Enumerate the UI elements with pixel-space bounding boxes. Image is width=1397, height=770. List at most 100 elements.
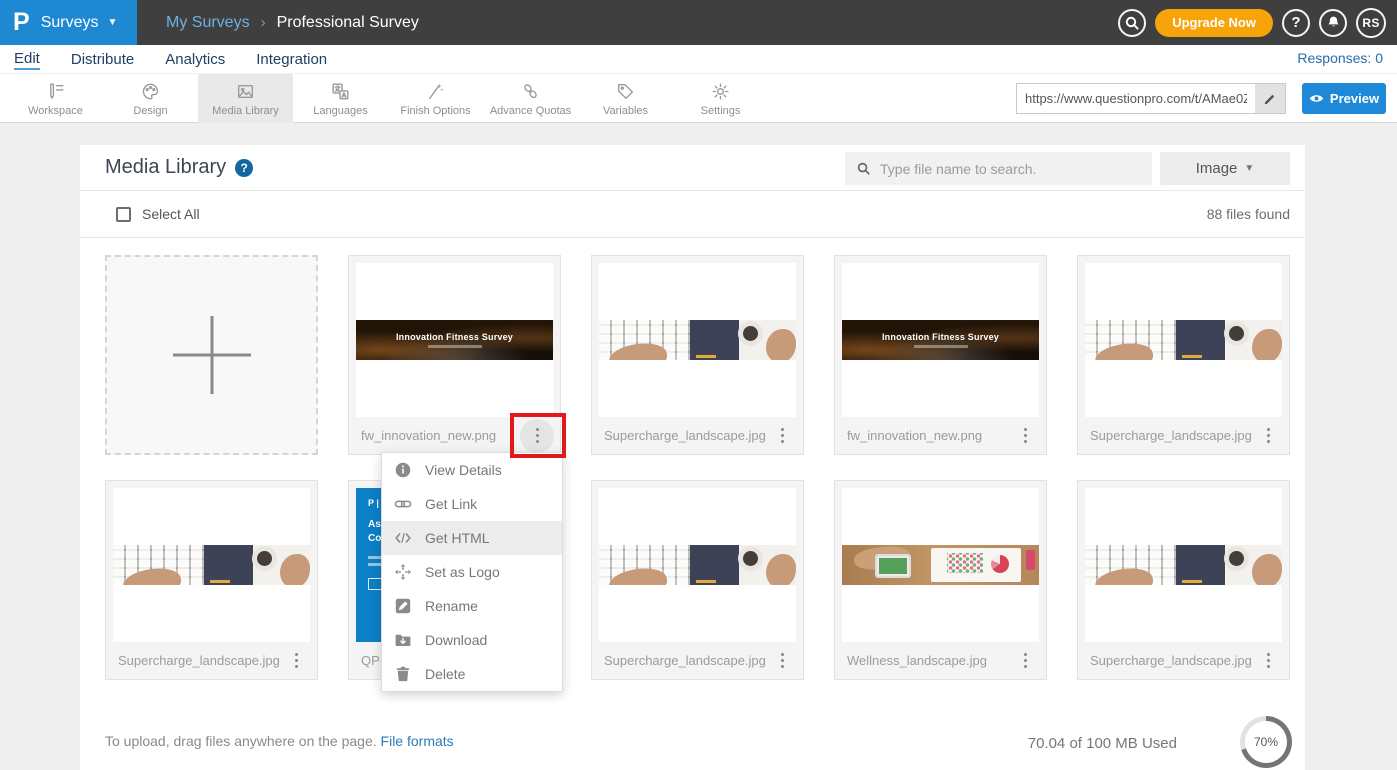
storage-progress-ring: 70%	[1240, 716, 1292, 768]
toolbar-item-label: Workspace	[28, 105, 83, 117]
card-footer: Wellness_landscape.jpg	[835, 642, 1046, 679]
toolbar-item-finish-options[interactable]: Finish Options	[388, 74, 483, 123]
search-icon	[1124, 15, 1140, 31]
preview-label: Preview	[1330, 91, 1379, 106]
notifications-button[interactable]	[1319, 9, 1347, 37]
file-type-dropdown[interactable]: Image ▼	[1160, 152, 1290, 185]
card-menu-button[interactable]	[281, 644, 311, 678]
advance-quotas-icon	[520, 80, 542, 102]
card-menu-button[interactable]	[1253, 419, 1283, 453]
toolbar-item-label: Settings	[701, 105, 741, 117]
media-library-panel: Media Library ? Image ▼ Select All 88 fi…	[80, 145, 1305, 770]
media-card[interactable]: Innovation Fitness Survey fw_innovation_n…	[348, 255, 561, 455]
thumbnail-desk-photo	[599, 320, 796, 360]
toolbar-item-media-library[interactable]: Media Library	[198, 74, 293, 123]
download-icon	[394, 631, 412, 649]
toolbar-item-variables[interactable]: Variables	[578, 74, 673, 123]
survey-url-input[interactable]	[1017, 84, 1255, 113]
finish-options-icon	[425, 80, 447, 102]
menu-item-label: Rename	[425, 598, 478, 614]
toolbar-item-settings[interactable]: Settings	[673, 74, 768, 123]
panel-header: Media Library ? Image ▼	[80, 145, 1305, 191]
card-thumbnail-area: Innovation Fitness Survey	[356, 263, 553, 417]
toolbar-item-languages[interactable]: Languages	[293, 74, 388, 123]
media-card[interactable]: Innovation Fitness Survey fw_innovation_n…	[834, 255, 1047, 455]
storage-percent-label: 70%	[1240, 716, 1292, 768]
card-thumbnail-area	[599, 488, 796, 642]
tab-distribute[interactable]: Distribute	[71, 49, 134, 69]
code-icon	[394, 529, 412, 547]
breadcrumb-my-surveys[interactable]: My Surveys	[166, 14, 250, 32]
toolbar-item-design[interactable]: Design	[103, 74, 198, 123]
toolbar-item-label: Advance Quotas	[490, 105, 571, 117]
card-footer: Supercharge_landscape.jpg	[592, 417, 803, 454]
menu-item-download[interactable]: Download	[382, 623, 562, 657]
avatar[interactable]: RS	[1356, 8, 1386, 38]
toolbar-item-advance-quotas[interactable]: Advance Quotas	[483, 74, 578, 123]
survey-nav-tabs: Edit Distribute Analytics Integration	[14, 45, 327, 73]
file-name: Supercharge_landscape.jpg	[118, 653, 281, 668]
toolbar-item-workspace[interactable]: Workspace	[8, 74, 103, 123]
file-type-value: Image	[1196, 160, 1238, 177]
media-card[interactable]: Wellness_landscape.jpg	[834, 480, 1047, 680]
edit-url-button[interactable]	[1255, 84, 1285, 113]
media-card[interactable]: Supercharge_landscape.jpg	[1077, 255, 1290, 455]
thumbnail-wellness-photo	[842, 545, 1039, 585]
tab-integration[interactable]: Integration	[256, 49, 327, 69]
toolbar-items: Workspace Design Media LibraryLanguagesFin…	[8, 74, 768, 123]
file-name: fw_innovation_new.png	[847, 428, 1010, 443]
toolbar-item-label: Design	[133, 105, 167, 117]
menu-item-get-html[interactable]: Get HTML	[382, 521, 562, 555]
surveys-product-menu[interactable]: P Surveys ▼	[0, 0, 137, 45]
select-all-label: Select All	[142, 206, 200, 222]
menu-item-label: Set as Logo	[425, 564, 500, 580]
card-thumbnail-area	[842, 488, 1039, 642]
card-menu-button[interactable]	[767, 419, 797, 453]
file-name: fw_innovation_new.png	[361, 428, 520, 443]
upgrade-now-button[interactable]: Upgrade Now	[1155, 9, 1273, 37]
help-button[interactable]: ?	[1282, 9, 1310, 37]
card-menu-button[interactable]	[1010, 644, 1040, 678]
survey-url-box	[1016, 83, 1286, 114]
search-button[interactable]	[1118, 9, 1146, 37]
preview-button[interactable]: Preview	[1302, 83, 1386, 114]
main-area: Media Library ? Image ▼ Select All 88 fi…	[0, 124, 1397, 770]
menu-item-rename[interactable]: Rename	[382, 589, 562, 623]
thumbnail-innovation-banner: Innovation Fitness Survey	[842, 320, 1039, 360]
media-grid: Innovation Fitness Survey fw_innovation_n…	[105, 255, 1290, 680]
menu-item-label: Delete	[425, 666, 465, 682]
media-library-screen: P Surveys ▼ My Surveys › Professional Su…	[0, 0, 1397, 770]
upload-note-text: To upload, drag files anywhere on the pa…	[105, 733, 377, 749]
menu-item-label: Get Link	[425, 496, 477, 512]
select-all-checkbox[interactable]	[116, 207, 131, 222]
top-bar: P Surveys ▼ My Surveys › Professional Su…	[0, 0, 1397, 45]
rename-icon	[394, 597, 412, 615]
card-thumbnail-area	[1085, 488, 1282, 642]
tab-edit[interactable]: Edit	[14, 48, 40, 70]
media-card[interactable]: Supercharge_landscape.jpg	[591, 480, 804, 680]
tab-analytics[interactable]: Analytics	[165, 49, 225, 69]
file-search-input[interactable]	[880, 161, 1141, 177]
menu-item-delete[interactable]: Delete	[382, 657, 562, 691]
upload-card[interactable]	[105, 255, 318, 455]
thumbnail-innovation-banner: Innovation Fitness Survey	[356, 320, 553, 360]
menu-item-get-link[interactable]: Get Link	[382, 487, 562, 521]
page-title: Media Library ?	[105, 156, 253, 179]
media-card[interactable]: Supercharge_landscape.jpg	[591, 255, 804, 455]
card-menu-button[interactable]	[1253, 644, 1283, 678]
title-help-icon[interactable]: ?	[235, 159, 253, 177]
menu-item-set-as-logo[interactable]: Set as Logo	[382, 555, 562, 589]
card-thumbnail-area: Innovation Fitness Survey	[842, 263, 1039, 417]
survey-nav: EditDistributeAnalyticsIntegration Respo…	[0, 45, 1397, 73]
file-formats-link[interactable]: File formats	[381, 733, 454, 749]
media-card[interactable]: Supercharge_landscape.jpg	[1077, 480, 1290, 680]
settings-icon	[710, 80, 732, 102]
files-found-count: 88 files found	[1207, 206, 1290, 222]
product-label: Surveys	[41, 14, 99, 32]
menu-item-view-details[interactable]: View Details	[382, 453, 562, 487]
card-menu-button[interactable]	[1010, 419, 1040, 453]
bell-icon	[1326, 15, 1341, 30]
edit-toolbar: Workspace Design Media LibraryLanguagesFin…	[0, 73, 1397, 123]
media-card[interactable]: Supercharge_landscape.jpg	[105, 480, 318, 680]
card-menu-button[interactable]	[767, 644, 797, 678]
